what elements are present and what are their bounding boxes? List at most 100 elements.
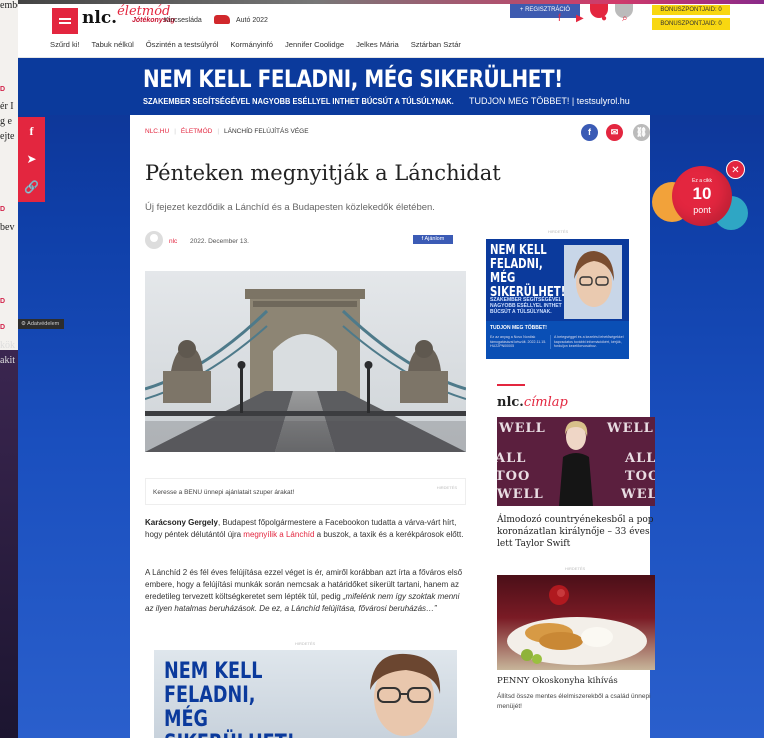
banner-cta-text: TUDJON MEG TÖBBET!	[469, 96, 570, 106]
background-label: D	[0, 206, 6, 213]
nav-item[interactable]: Sztárban Sztár	[411, 40, 461, 49]
woman-photo	[564, 245, 622, 319]
nav-item[interactable]: Tabuk nélkül	[92, 40, 134, 49]
section-title: nlc.címlap	[497, 395, 568, 410]
register-button[interactable]: + REGISZTRÁCIÓ	[510, 4, 580, 18]
youtube-icon[interactable]: ▶	[576, 13, 584, 24]
sidebar-ad[interactable]: NEM KELL FELADNI, MÉG SIKERÜLHET! SZAKEM…	[486, 239, 629, 359]
points-badge: Ez a cikk 10 pont	[672, 166, 732, 226]
breadcrumb-item: LÁNCHÍD FELÚJÍTÁS VÉGE	[224, 128, 309, 135]
breadcrumb-sep: |	[174, 128, 176, 135]
nav-item[interactable]: Kormányinfó	[230, 40, 273, 49]
background-text: ér I	[0, 101, 14, 112]
banner-headline: NEM KELL FELADNI, MÉG SIKERÜLHET!	[143, 65, 563, 93]
background-text: emberekkel, de nem fizetik	[0, 0, 18, 11]
link-share-icon[interactable]: 🔗	[18, 173, 45, 201]
main-window: nlc.életmód Jótékonyság Kincsesláda Autó…	[18, 0, 764, 738]
sidebar-ad-sub: SZAKEMBER SEGÍTSÉGÉVEL NAGYOBB ESÉLLYEL …	[490, 297, 562, 315]
well-text: WELL	[497, 487, 544, 502]
like-label: Ajánlom	[424, 236, 445, 242]
singer-photo	[559, 421, 593, 506]
background-text: kök	[0, 340, 15, 351]
background-dark-area	[0, 350, 18, 738]
telegram-share-icon[interactable]: ➤	[18, 145, 45, 173]
promo-box[interactable]: Keresse a BENU ünnepi ajánlatait szuper …	[145, 478, 466, 505]
nav-item[interactable]: Szűrd ki!	[50, 40, 80, 49]
banner-cta[interactable]: TUDJON MEG TÖBBET! | testsulyrol.hu	[469, 96, 630, 106]
search-icon[interactable]: ⌕	[622, 13, 628, 24]
car-icon	[214, 15, 230, 24]
user-icon[interactable]: ●	[601, 13, 607, 24]
sidebar-ad-headline: NEM KELL FELADNI, MÉG SIKERÜLHET!	[490, 243, 566, 300]
article-paragraph-1: Karácsony Gergely, Budapest főpolgármest…	[145, 517, 466, 541]
bonus-points-badge[interactable]: BONUSZPONTJAID: 0	[652, 18, 730, 30]
sidebar-ad-tag: HIRDETÉS	[548, 229, 569, 234]
facebook-icon[interactable]: f	[558, 13, 561, 24]
promo-text: Keresse a BENU ünnepi ajánlatait szuper …	[153, 489, 295, 496]
p1-text-b: a buszok, a taxik és a kerékpárosok előt…	[314, 530, 464, 539]
register-label: REGISZTRÁCIÓ	[525, 7, 571, 13]
banner-site: | testsulyrol.hu	[571, 96, 630, 106]
mail-share-icon[interactable]: ✉	[606, 124, 623, 141]
avatar	[145, 231, 163, 249]
breadcrumb-item[interactable]: NLC.HU	[145, 128, 169, 135]
bridge-link[interactable]: megnyílik a Lánchíd	[243, 530, 314, 539]
banner-subline: SZAKEMBER SEGÍTSÉGÉVEL NAGYOBB ESÉLLYEL …	[143, 96, 454, 106]
mini-link-auto[interactable]: Autó 2022	[236, 17, 268, 24]
sidebar-card-desc: Állítsd össze mentes élelmiszerekből a c…	[497, 693, 651, 710]
bonus-value: 0	[718, 7, 722, 13]
points-sticker[interactable]: Ez a cikk 10 pont ✕	[652, 160, 764, 240]
sidebar-card-title[interactable]: Álmodozó countryénekesből a pop koronáza…	[497, 514, 659, 550]
link-share-icon[interactable]: ⛓	[633, 124, 650, 141]
close-icon[interactable]: ✕	[726, 160, 745, 179]
hamburger-icon	[59, 18, 71, 20]
mini-link-kincseslada[interactable]: Kincsesláda	[164, 17, 202, 24]
background-text: ejte	[0, 131, 15, 142]
article-title: Pénteken megnyitják a Lánchidat	[145, 161, 501, 185]
breadcrumb: NLC.HU | ÉLETMÓD | LÁNCHÍD FELÚJÍTÁS VÉGE	[145, 128, 309, 135]
facebook-share-icon[interactable]: f	[581, 124, 598, 141]
food-photo	[507, 585, 647, 665]
background-label: D	[0, 324, 6, 331]
bonus-label: BONUSZPONTJAID:	[660, 7, 717, 13]
sidebar-card-image[interactable]: WELL WELL ALL ALL TOO TOO WELL WEL	[497, 417, 655, 506]
background-text: bev	[0, 222, 15, 233]
nav-item[interactable]: Jelkes Mária	[356, 40, 399, 49]
ad-tag: HIRDETÉS	[295, 641, 316, 646]
privacy-button[interactable]: ⚙ Adatvédelem	[18, 319, 64, 329]
promo-tag: HIRDETÉS	[436, 485, 457, 490]
like-button[interactable]: f Ajánlom	[413, 235, 453, 244]
background-text: akit	[0, 355, 15, 366]
sidebar-ad-small-a: Ez az anyag a Novo Nordisk támogatásával…	[490, 335, 547, 348]
menu-button[interactable]	[52, 8, 78, 34]
background-window: emberekkel, de nem fizetik D ér I g e ej…	[0, 0, 18, 738]
background-label: D	[0, 298, 6, 305]
bonus-points-badge[interactable]: BONUSZPONTJAID: 0	[652, 5, 730, 15]
well-text: WEL	[621, 487, 655, 502]
top-ad-banner[interactable]: NEM KELL FELADNI, MÉG SIKERÜLHET! SZAKEM…	[18, 58, 764, 115]
main-nav: Szűrd ki! Tabuk nélkül Őszintén a testsú…	[50, 40, 473, 49]
inline-ad[interactable]: NEM KELL FELADNI, MÉG SIKERÜLHET!	[154, 650, 457, 738]
well-text: TOO	[625, 469, 655, 484]
sidebar-card-title[interactable]: PENNY Okoskonyha kihívás	[497, 676, 618, 686]
points-number: 10	[692, 184, 712, 203]
section-divider	[497, 384, 525, 386]
background-text: g e	[0, 116, 12, 127]
well-text: WELL	[499, 421, 546, 436]
nav-item[interactable]: Jennifer Coolidge	[285, 40, 344, 49]
well-text: ALL	[497, 451, 527, 466]
sidebar-ad-small-b: A betegséggel és a kezelési lehetőségekk…	[550, 335, 625, 349]
breadcrumb-item[interactable]: ÉLETMÓD	[181, 128, 212, 135]
section-title-b: címlap	[523, 395, 568, 410]
bonus-label: BONUSZPONTJAID:	[660, 21, 717, 27]
well-text: TOO	[497, 469, 531, 484]
sidebar-card-image[interactable]	[497, 575, 655, 670]
sidebar-ad-cta[interactable]: TUDJON MEG TÖBBET!	[490, 325, 547, 331]
breadcrumb-sep: |	[217, 128, 220, 135]
nav-item[interactable]: Őszintén a testsúlyról	[146, 40, 219, 49]
author-link[interactable]: nlc	[169, 238, 177, 245]
chain-bridge-photo	[145, 271, 466, 452]
facebook-share-icon[interactable]: f	[18, 117, 45, 145]
inline-ad-headline: NEM KELL FELADNI, MÉG SIKERÜLHET!	[164, 659, 295, 738]
share-bar: f ➤ 🔗	[18, 117, 45, 202]
